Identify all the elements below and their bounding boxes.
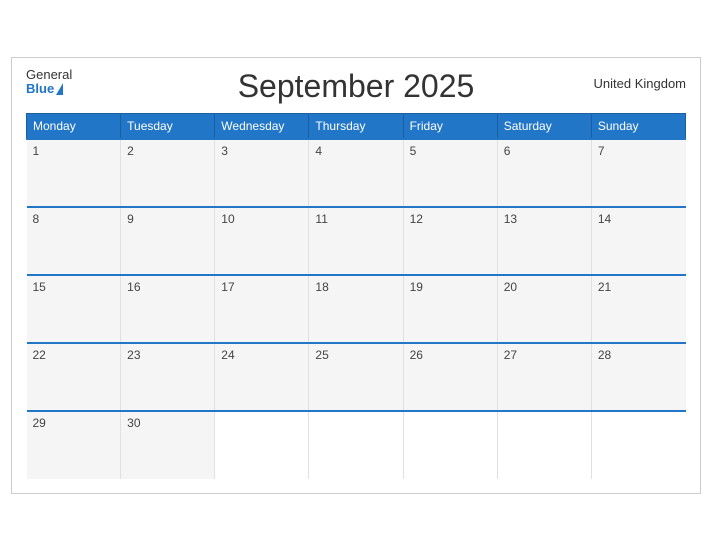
day-number: 7 bbox=[598, 144, 605, 158]
day-cell: 5 bbox=[403, 139, 497, 207]
day-cell: 11 bbox=[309, 207, 403, 275]
day-cell: 17 bbox=[215, 275, 309, 343]
day-cell: 29 bbox=[27, 411, 121, 479]
day-cell: 22 bbox=[27, 343, 121, 411]
day-number: 11 bbox=[315, 212, 327, 226]
day-number: 25 bbox=[315, 348, 328, 362]
day-number: 10 bbox=[221, 212, 234, 226]
region-label: United Kingdom bbox=[594, 76, 687, 91]
day-cell: 12 bbox=[403, 207, 497, 275]
week-row-2: 8 9 10 11 12 13 14 bbox=[27, 207, 686, 275]
day-cell: 1 bbox=[27, 139, 121, 207]
days-header-row: Monday Tuesday Wednesday Thursday Friday… bbox=[27, 113, 686, 139]
logo-general-text: General bbox=[26, 68, 72, 82]
day-number: 26 bbox=[410, 348, 423, 362]
day-cell: 25 bbox=[309, 343, 403, 411]
day-cell: 28 bbox=[591, 343, 685, 411]
col-friday: Friday bbox=[403, 113, 497, 139]
logo-triangle-icon bbox=[56, 83, 63, 95]
day-cell bbox=[497, 411, 591, 479]
day-cell: 6 bbox=[497, 139, 591, 207]
day-cell: 7 bbox=[591, 139, 685, 207]
week-row-5: 29 30 bbox=[27, 411, 686, 479]
day-cell: 15 bbox=[27, 275, 121, 343]
day-cell: 10 bbox=[215, 207, 309, 275]
day-number: 13 bbox=[504, 212, 517, 226]
day-cell: 30 bbox=[121, 411, 215, 479]
col-tuesday: Tuesday bbox=[121, 113, 215, 139]
day-cell: 23 bbox=[121, 343, 215, 411]
day-cell bbox=[309, 411, 403, 479]
day-cell: 20 bbox=[497, 275, 591, 343]
day-number: 16 bbox=[127, 280, 140, 294]
calendar-grid: Monday Tuesday Wednesday Thursday Friday… bbox=[26, 113, 686, 479]
day-number: 24 bbox=[221, 348, 234, 362]
day-number: 30 bbox=[127, 416, 140, 430]
col-saturday: Saturday bbox=[497, 113, 591, 139]
day-cell: 27 bbox=[497, 343, 591, 411]
day-number: 17 bbox=[221, 280, 234, 294]
day-cell: 26 bbox=[403, 343, 497, 411]
col-thursday: Thursday bbox=[309, 113, 403, 139]
day-number: 15 bbox=[33, 280, 46, 294]
day-cell bbox=[403, 411, 497, 479]
day-cell bbox=[215, 411, 309, 479]
week-row-1: 1 2 3 4 5 6 7 bbox=[27, 139, 686, 207]
logo-blue-text: Blue bbox=[26, 82, 54, 96]
calendar-container: General Blue September 2025 United Kingd… bbox=[11, 57, 701, 494]
day-cell: 3 bbox=[215, 139, 309, 207]
day-number: 23 bbox=[127, 348, 140, 362]
logo-line: Blue bbox=[26, 82, 63, 96]
day-cell: 8 bbox=[27, 207, 121, 275]
week-row-3: 15 16 17 18 19 20 21 bbox=[27, 275, 686, 343]
day-number: 5 bbox=[410, 144, 417, 158]
col-monday: Monday bbox=[27, 113, 121, 139]
calendar-title: September 2025 bbox=[238, 68, 475, 105]
day-cell: 13 bbox=[497, 207, 591, 275]
day-number: 20 bbox=[504, 280, 517, 294]
week-row-4: 22 23 24 25 26 27 28 bbox=[27, 343, 686, 411]
calendar-header: General Blue September 2025 United Kingd… bbox=[26, 68, 686, 105]
day-cell: 19 bbox=[403, 275, 497, 343]
day-number: 28 bbox=[598, 348, 611, 362]
day-number: 29 bbox=[33, 416, 46, 430]
day-number: 2 bbox=[127, 144, 134, 158]
day-number: 21 bbox=[598, 280, 611, 294]
day-number: 4 bbox=[315, 144, 322, 158]
day-number: 9 bbox=[127, 212, 134, 226]
day-cell bbox=[591, 411, 685, 479]
day-number: 1 bbox=[33, 144, 40, 158]
day-number: 19 bbox=[410, 280, 423, 294]
day-number: 18 bbox=[315, 280, 328, 294]
day-cell: 14 bbox=[591, 207, 685, 275]
day-number: 14 bbox=[598, 212, 611, 226]
day-cell: 21 bbox=[591, 275, 685, 343]
col-wednesday: Wednesday bbox=[215, 113, 309, 139]
day-cell: 16 bbox=[121, 275, 215, 343]
day-cell: 2 bbox=[121, 139, 215, 207]
day-cell: 18 bbox=[309, 275, 403, 343]
day-number: 8 bbox=[33, 212, 40, 226]
day-cell: 24 bbox=[215, 343, 309, 411]
day-number: 27 bbox=[504, 348, 517, 362]
col-sunday: Sunday bbox=[591, 113, 685, 139]
day-number: 6 bbox=[504, 144, 511, 158]
day-cell: 9 bbox=[121, 207, 215, 275]
day-number: 3 bbox=[221, 144, 228, 158]
day-number: 12 bbox=[410, 212, 423, 226]
logo: General Blue bbox=[26, 68, 72, 97]
day-number: 22 bbox=[33, 348, 46, 362]
day-cell: 4 bbox=[309, 139, 403, 207]
